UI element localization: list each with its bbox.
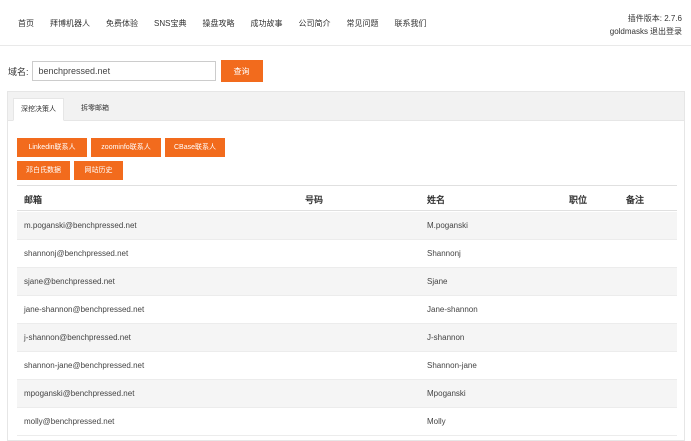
table-row: m.poganski@benchpressed.net M.poganski	[17, 212, 677, 240]
email-cell: j-shannon@benchpressed.net	[24, 333, 131, 342]
nav-contact[interactable]: 联系我们	[394, 18, 426, 29]
nav-free-trial[interactable]: 免费体验	[106, 18, 138, 29]
version-info: 插件版本: 2.7.6 goldmasks 退出登录	[608, 12, 682, 38]
domain-search-row: 域名: 查询	[8, 60, 263, 82]
nav-robot[interactable]: 拜博机器人	[50, 18, 90, 29]
table-row: jane-shannon@benchpressed.net Jane-shann…	[17, 296, 677, 324]
email-cell: shannon-jane@benchpressed.net	[24, 361, 145, 370]
results-panel: 深挖决策人 拆零邮箱 Linkedin联系人 zoominfo联系人 CBase…	[7, 91, 685, 441]
dnb-data-button[interactable]: 邓白氏数据	[17, 161, 70, 180]
name-cell: Jane-shannon	[427, 305, 478, 314]
table-header: 邮箱 号码 姓名 职位 备注	[17, 185, 677, 211]
tab-split-email[interactable]: 拆零邮箱	[74, 98, 116, 120]
col-email: 邮箱	[24, 195, 43, 205]
zoominfo-contacts-button[interactable]: zoominfo联系人	[91, 138, 161, 157]
email-cell: jane-shannon@benchpressed.net	[24, 305, 145, 314]
nav-success-stories[interactable]: 成功故事	[250, 18, 282, 29]
plugin-version: 插件版本: 2.7.6	[627, 14, 682, 23]
nav-sns-guide[interactable]: SNS宝典	[154, 18, 186, 29]
table-row: shannon-jane@benchpressed.net Shannon-ja…	[17, 352, 677, 380]
main-nav: 首页 拜博机器人 免费体验 SNS宝典 操盘攻略 成功故事 公司简介 常见问题 …	[9, 18, 433, 29]
linkedin-contacts-button[interactable]: Linkedin联系人	[17, 138, 87, 157]
query-button[interactable]: 查询	[220, 60, 263, 82]
email-cell: mpoganski@benchpressed.net	[24, 389, 135, 398]
domain-label: 域名:	[8, 66, 29, 77]
table-row: sjane@benchpressed.net Sjane	[17, 268, 677, 296]
name-cell: Mpoganski	[427, 389, 466, 398]
table-row: j-shannon@benchpressed.net J-shannon	[17, 324, 677, 352]
col-phone: 号码	[305, 195, 324, 205]
top-bar: 首页 拜博机器人 免费体验 SNS宝典 操盘攻略 成功故事 公司简介 常见问题 …	[0, 0, 691, 46]
name-cell: Sjane	[427, 277, 448, 286]
logout-link[interactable]: 退出登录	[650, 27, 682, 36]
table-row: shannonj@benchpressed.net Shannonj	[17, 240, 677, 268]
tab-bar: 深挖决策人 拆零邮箱	[8, 92, 684, 121]
table-row: molly@benchpressed.net Molly	[17, 408, 677, 436]
name-cell: Shannonj	[427, 249, 461, 258]
col-remark: 备注	[626, 195, 645, 205]
email-cell: sjane@benchpressed.net	[24, 277, 115, 286]
nav-faq[interactable]: 常见问题	[346, 18, 378, 29]
name-cell: M.poganski	[427, 221, 468, 230]
email-cell: m.poganski@benchpressed.net	[24, 221, 137, 230]
nav-strategy[interactable]: 操盘攻略	[202, 18, 234, 29]
email-cell: shannonj@benchpressed.net	[24, 249, 129, 258]
name-cell: J-shannon	[427, 333, 465, 342]
table-row: mpoganski@benchpressed.net Mpoganski	[17, 380, 677, 408]
email-cell: molly@benchpressed.net	[24, 417, 115, 426]
nav-home[interactable]: 首页	[18, 18, 34, 29]
domain-input[interactable]	[31, 61, 216, 81]
username: goldmasks	[609, 27, 648, 36]
tab-decision-makers[interactable]: 深挖决策人	[13, 98, 64, 121]
col-name: 姓名	[427, 195, 446, 205]
cbase-contacts-button[interactable]: CBase联系人	[165, 138, 225, 157]
name-cell: Molly	[427, 417, 446, 426]
col-title: 职位	[569, 195, 588, 205]
site-history-button[interactable]: 网站历史	[74, 161, 123, 180]
nav-about[interactable]: 公司简介	[298, 18, 330, 29]
name-cell: Shannon-jane	[427, 361, 477, 370]
